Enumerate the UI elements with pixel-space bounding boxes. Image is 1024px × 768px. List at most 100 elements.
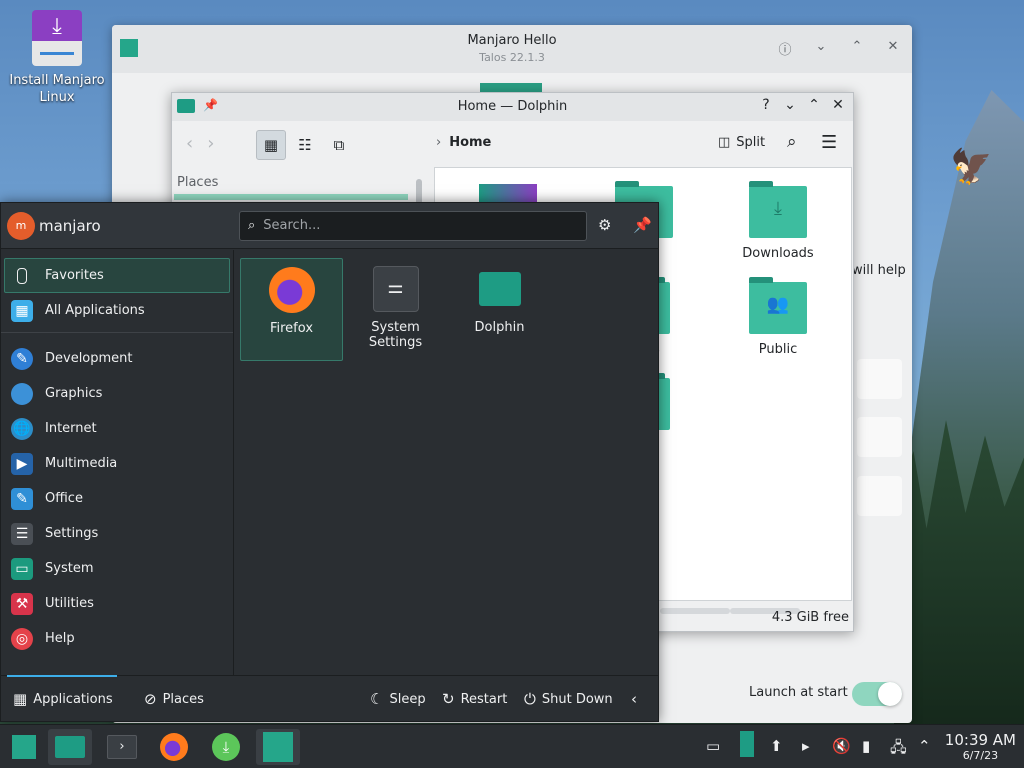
restart-button[interactable]: ↻ Restart <box>442 690 507 708</box>
tab-applications[interactable]: ▦ Applications <box>13 690 113 708</box>
leave-menu-button[interactable]: ‹ <box>631 690 637 708</box>
app-firefox[interactable]: Firefox <box>240 258 343 361</box>
network-icon[interactable]: 🖧 <box>890 737 907 762</box>
application-launcher: m manjaro ⌕ Search... ⚙ 📌 Favorites ▦ All… <box>0 202 659 722</box>
help-icon: ◎ <box>11 627 33 650</box>
forward-button[interactable]: › <box>207 133 228 154</box>
launch-at-start-toggle[interactable] <box>852 682 902 706</box>
category-multimedia[interactable]: ▶ Multimedia <box>1 446 233 481</box>
restart-icon: ↻ <box>442 690 455 708</box>
task-dolphin[interactable] <box>48 729 92 765</box>
status-bar-zoom[interactable] <box>660 608 730 614</box>
desktop-icon-install-manjaro[interactable]: ⤓ Install Manjaro Linux <box>8 10 106 106</box>
category-help[interactable]: ◎ Help <box>1 621 233 656</box>
install-icon: ⤓ <box>32 10 82 66</box>
free-space-label: 4.3 GiB free <box>771 610 849 625</box>
settings-icon: ☰ <box>11 522 33 545</box>
launcher-footer: ▦ Applications ⊘ Places ☾ Sleep ↻ Restart ⏻ S… <box>1 675 658 721</box>
shutdown-button[interactable]: ⏻ Shut Down <box>524 690 613 708</box>
volume-muted-icon[interactable]: 🔇 <box>832 737 851 755</box>
launcher-button[interactable] <box>2 729 46 765</box>
firefox-icon <box>160 733 188 761</box>
users-icon: 👥 <box>766 294 790 315</box>
tab-indicator <box>7 675 117 677</box>
hello-card[interactable] <box>857 417 902 457</box>
split-button[interactable]: ◫ Split <box>718 135 765 150</box>
pin-icon[interactable]: 📌 <box>633 216 652 234</box>
dolphin-titlebar[interactable]: 📌 Home — Dolphin ? ⌄ ⌃ ✕ <box>172 93 853 121</box>
configure-icon[interactable]: ⚙ <box>598 216 611 234</box>
hello-card[interactable] <box>857 476 902 516</box>
usb-icon[interactable]: ▮ <box>862 737 870 755</box>
category-utilities[interactable]: ⚒ Utilities <box>1 586 233 621</box>
terminal-tray-icon[interactable]: ▸ <box>802 737 810 755</box>
taskbar: › ⤓ ▭ ⬆ ▸ 🔇 ▮ 🖧 ⌃ 10:39 AM 6/7/23 <box>0 724 1024 768</box>
folder-label: Public <box>758 342 798 357</box>
power-icon: ⏻ <box>524 690 536 708</box>
terminal-icon: › <box>107 735 137 759</box>
category-office[interactable]: ✎ Office <box>1 481 233 516</box>
minimize-button[interactable]: ⌄ <box>781 97 799 113</box>
pager-icon[interactable] <box>740 731 754 757</box>
breadcrumb[interactable]: › Home <box>436 135 491 150</box>
category-development[interactable]: ✎ Development <box>1 341 233 376</box>
close-button[interactable]: ✕ <box>829 97 847 113</box>
search-icon: ⌕ <box>248 218 256 233</box>
system-icon: ▭ <box>11 557 33 580</box>
update-icon[interactable]: ⬆ <box>770 737 783 755</box>
app-dolphin[interactable]: Dolphin <box>448 258 551 361</box>
hamburger-menu-icon[interactable]: ☰ <box>821 132 837 153</box>
back-button[interactable]: ‹ <box>186 133 207 154</box>
category-settings[interactable]: ☰ Settings <box>1 516 233 551</box>
info-icon[interactable]: ⓘ <box>774 39 796 58</box>
category-graphics[interactable]: Graphics <box>1 376 233 411</box>
system-settings-icon: ⚌ <box>372 266 419 312</box>
app-system-settings[interactable]: ⚌ System Settings <box>344 258 447 361</box>
category-sidebar: Favorites ▦ All Applications ✎ Developme… <box>1 250 234 676</box>
desktop-icon-label: Install Manjaro Linux <box>9 73 105 105</box>
chevron-up-icon[interactable]: ⌃ <box>918 737 931 755</box>
clock[interactable]: 10:39 AM 6/7/23 <box>945 731 1016 762</box>
task-terminal[interactable]: › <box>100 729 144 765</box>
folder-downloads[interactable]: ⤓ Downloads <box>733 181 823 261</box>
category-internet[interactable]: 🌐 Internet <box>1 411 233 446</box>
firefox-icon <box>268 267 315 313</box>
dolphin-title: Home — Dolphin <box>457 99 568 114</box>
folder-thumbnail[interactable] <box>479 184 537 202</box>
development-icon: ✎ <box>11 347 33 370</box>
bookmark-icon <box>17 267 27 284</box>
folder-label: Downloads <box>742 246 814 261</box>
places-item-selected[interactable] <box>174 194 408 200</box>
search-input[interactable]: ⌕ Search... <box>239 211 587 241</box>
username: manjaro <box>39 217 101 235</box>
maximize-button[interactable]: ⌃ <box>805 97 823 113</box>
task-installer[interactable]: ⤓ <box>204 729 248 765</box>
clock-date: 6/7/23 <box>962 749 999 762</box>
icons-view-button[interactable]: ▦ <box>256 130 286 160</box>
task-manjaro-hello[interactable] <box>256 729 300 765</box>
clock-time: 10:39 AM <box>944 731 1016 749</box>
hello-titlebar[interactable]: Manjaro Hello Talos 22.1.3 ⓘ ⌄ ⌃ ✕ <box>112 25 912 73</box>
internet-icon: 🌐 <box>11 417 33 440</box>
minimize-button[interactable]: ⌄ <box>810 39 832 58</box>
category-favorites[interactable]: Favorites <box>4 258 230 293</box>
show-desktop-icon[interactable]: ▭ <box>706 737 720 755</box>
hello-card[interactable] <box>857 359 902 399</box>
help-button[interactable]: ? <box>757 97 775 113</box>
details-view-button[interactable]: ☷ <box>290 130 320 160</box>
sleep-button[interactable]: ☾ Sleep <box>370 690 426 708</box>
search-icon[interactable]: ⌕ <box>787 132 797 152</box>
launch-at-start-label: Launch at start <box>749 685 848 700</box>
compact-view-button[interactable]: ⧉ <box>324 130 354 160</box>
folder-public[interactable]: 👥 Public <box>733 277 823 357</box>
close-button[interactable]: ✕ <box>882 39 904 58</box>
task-firefox[interactable] <box>152 729 196 765</box>
utilities-icon: ⚒ <box>11 592 33 615</box>
category-all-applications[interactable]: ▦ All Applications <box>1 293 233 328</box>
maximize-button[interactable]: ⌃ <box>846 39 868 58</box>
chevron-left-icon: ‹ <box>631 690 637 708</box>
tab-places[interactable]: ⊘ Places <box>144 690 204 708</box>
avatar[interactable]: m <box>7 212 35 240</box>
sleep-icon: ☾ <box>370 690 384 708</box>
category-system[interactable]: ▭ System <box>1 551 233 586</box>
